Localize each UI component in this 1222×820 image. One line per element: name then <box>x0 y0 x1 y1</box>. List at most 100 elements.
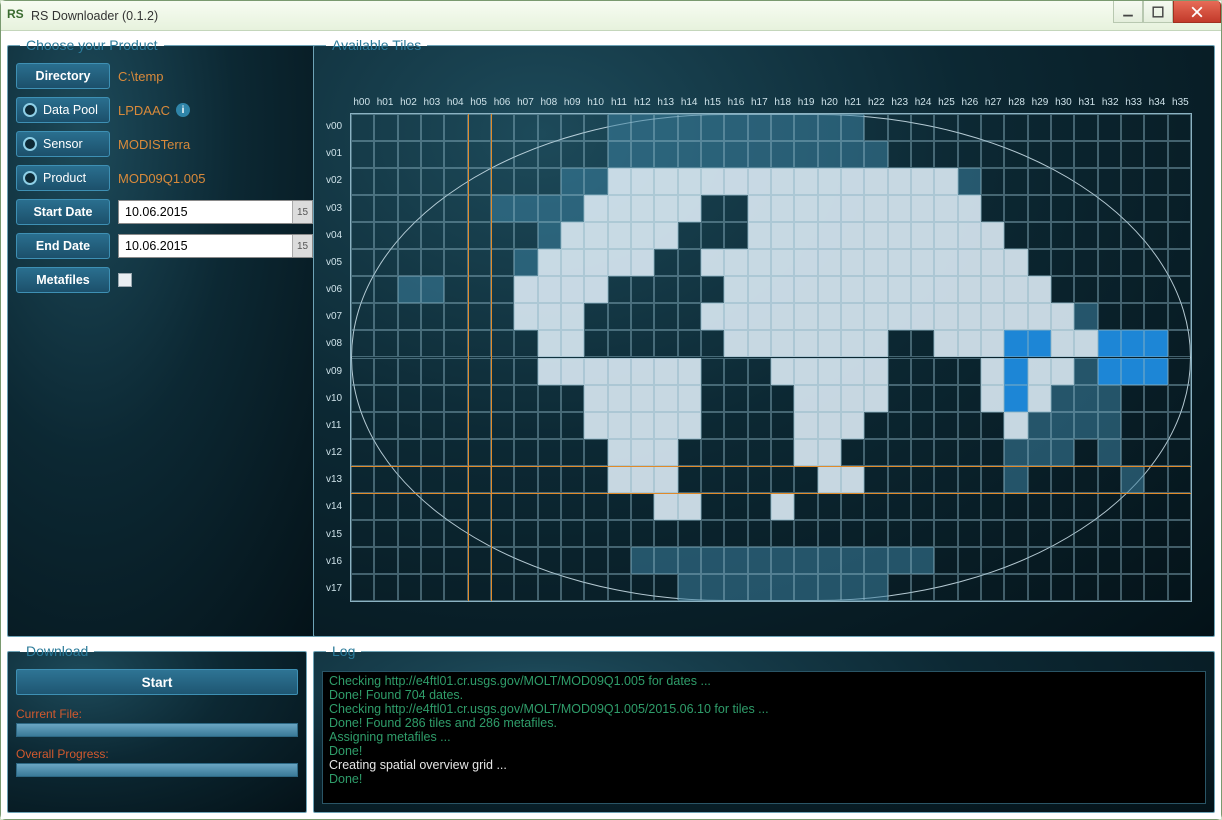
titlebar[interactable]: RS RS Downloader (0.1.2) <box>1 1 1221 31</box>
tile-cell[interactable] <box>398 412 421 439</box>
tile-cell[interactable] <box>934 574 957 601</box>
tile-cell[interactable] <box>1098 385 1121 412</box>
tile-cell[interactable] <box>398 330 421 357</box>
tile-cell[interactable] <box>1121 114 1144 141</box>
tile-cell[interactable] <box>724 222 747 249</box>
tile-cell[interactable] <box>958 195 981 222</box>
tile-cell[interactable] <box>1168 466 1191 493</box>
tile-cell[interactable] <box>444 276 467 303</box>
tile-cell[interactable] <box>514 330 537 357</box>
tile-cell[interactable] <box>421 412 444 439</box>
tile-cell[interactable] <box>444 330 467 357</box>
tile-cell[interactable] <box>444 358 467 385</box>
tile-cell[interactable] <box>491 412 514 439</box>
tile-cell[interactable] <box>421 141 444 168</box>
tile-cell[interactable] <box>911 466 934 493</box>
tile-cell[interactable] <box>421 547 444 574</box>
tile-cell[interactable] <box>888 385 911 412</box>
tile-cell[interactable] <box>888 547 911 574</box>
enddate-input[interactable]: 15 <box>118 234 313 258</box>
tile-cell[interactable] <box>654 249 677 276</box>
tile-cell[interactable] <box>748 493 771 520</box>
tile-cell[interactable] <box>608 276 631 303</box>
tile-cell[interactable] <box>421 520 444 547</box>
tile-cell[interactable] <box>608 439 631 466</box>
tile-cell[interactable] <box>538 195 561 222</box>
tile-cell[interactable] <box>911 358 934 385</box>
calendar-icon[interactable]: 15 <box>292 235 312 257</box>
tile-cell[interactable] <box>841 276 864 303</box>
tile-cell[interactable] <box>654 358 677 385</box>
tile-cell[interactable] <box>818 276 841 303</box>
tile-cell[interactable] <box>1168 330 1191 357</box>
tile-cell[interactable] <box>1051 493 1074 520</box>
tile-cell[interactable] <box>468 114 491 141</box>
tile-cell[interactable] <box>374 466 397 493</box>
tile-cell[interactable] <box>1028 547 1051 574</box>
tile-cell[interactable] <box>491 141 514 168</box>
maximize-button[interactable] <box>1143 1 1173 23</box>
tile-cell[interactable] <box>958 303 981 330</box>
tile-cell[interactable] <box>771 493 794 520</box>
tile-cell[interactable] <box>771 385 794 412</box>
sensor-button[interactable]: Sensor <box>16 131 110 157</box>
tile-cell[interactable] <box>888 574 911 601</box>
tile-cell[interactable] <box>1074 249 1097 276</box>
tile-cell[interactable] <box>584 141 607 168</box>
tile-cell[interactable] <box>444 412 467 439</box>
tile-cell[interactable] <box>888 114 911 141</box>
tile-cell[interactable] <box>374 303 397 330</box>
tile-cell[interactable] <box>771 412 794 439</box>
tile-cell[interactable] <box>538 439 561 466</box>
tile-cell[interactable] <box>421 114 444 141</box>
tile-cell[interactable] <box>491 303 514 330</box>
tile-cell[interactable] <box>468 276 491 303</box>
tile-cell[interactable] <box>678 439 701 466</box>
tile-cell[interactable] <box>958 547 981 574</box>
tile-cell[interactable] <box>351 439 374 466</box>
tile-cell[interactable] <box>794 493 817 520</box>
tile-cell[interactable] <box>794 330 817 357</box>
tile-cell[interactable] <box>1168 385 1191 412</box>
tile-cell[interactable] <box>794 114 817 141</box>
tile-cell[interactable] <box>514 222 537 249</box>
tile-cell[interactable] <box>468 520 491 547</box>
tile-cell[interactable] <box>888 168 911 195</box>
tile-cell[interactable] <box>374 276 397 303</box>
tile-cell[interactable] <box>561 114 584 141</box>
tile-cell[interactable] <box>398 547 421 574</box>
tile-cell[interactable] <box>864 574 887 601</box>
tile-cell[interactable] <box>818 141 841 168</box>
tile-cell[interactable] <box>514 114 537 141</box>
tile-cell[interactable] <box>678 412 701 439</box>
tile-cell[interactable] <box>841 330 864 357</box>
metafiles-checkbox[interactable] <box>118 273 132 287</box>
tile-cell[interactable] <box>1004 439 1027 466</box>
tile-cell[interactable] <box>351 358 374 385</box>
tile-cell[interactable] <box>981 466 1004 493</box>
tile-cell[interactable] <box>1074 276 1097 303</box>
tile-cell[interactable] <box>748 141 771 168</box>
tile-cell[interactable] <box>771 330 794 357</box>
tile-cell[interactable] <box>1121 385 1144 412</box>
tile-cell[interactable] <box>724 412 747 439</box>
tile-cell[interactable] <box>911 412 934 439</box>
tile-cell[interactable] <box>561 493 584 520</box>
tile-cell[interactable] <box>1004 168 1027 195</box>
tile-cell[interactable] <box>608 385 631 412</box>
tile-cell[interactable] <box>654 195 677 222</box>
tile-cell[interactable] <box>514 385 537 412</box>
tile-cell[interactable] <box>584 330 607 357</box>
tile-cell[interactable] <box>561 547 584 574</box>
tile-cell[interactable] <box>1004 412 1027 439</box>
tile-cell[interactable] <box>1028 574 1051 601</box>
tile-cell[interactable] <box>981 493 1004 520</box>
tile-cell[interactable] <box>491 249 514 276</box>
tile-cell[interactable] <box>888 276 911 303</box>
tile-cell[interactable] <box>1144 493 1167 520</box>
tile-cell[interactable] <box>1144 249 1167 276</box>
tile-cell[interactable] <box>1074 222 1097 249</box>
tile-cell[interactable] <box>654 303 677 330</box>
tile-cell[interactable] <box>818 168 841 195</box>
tile-cell[interactable] <box>818 466 841 493</box>
